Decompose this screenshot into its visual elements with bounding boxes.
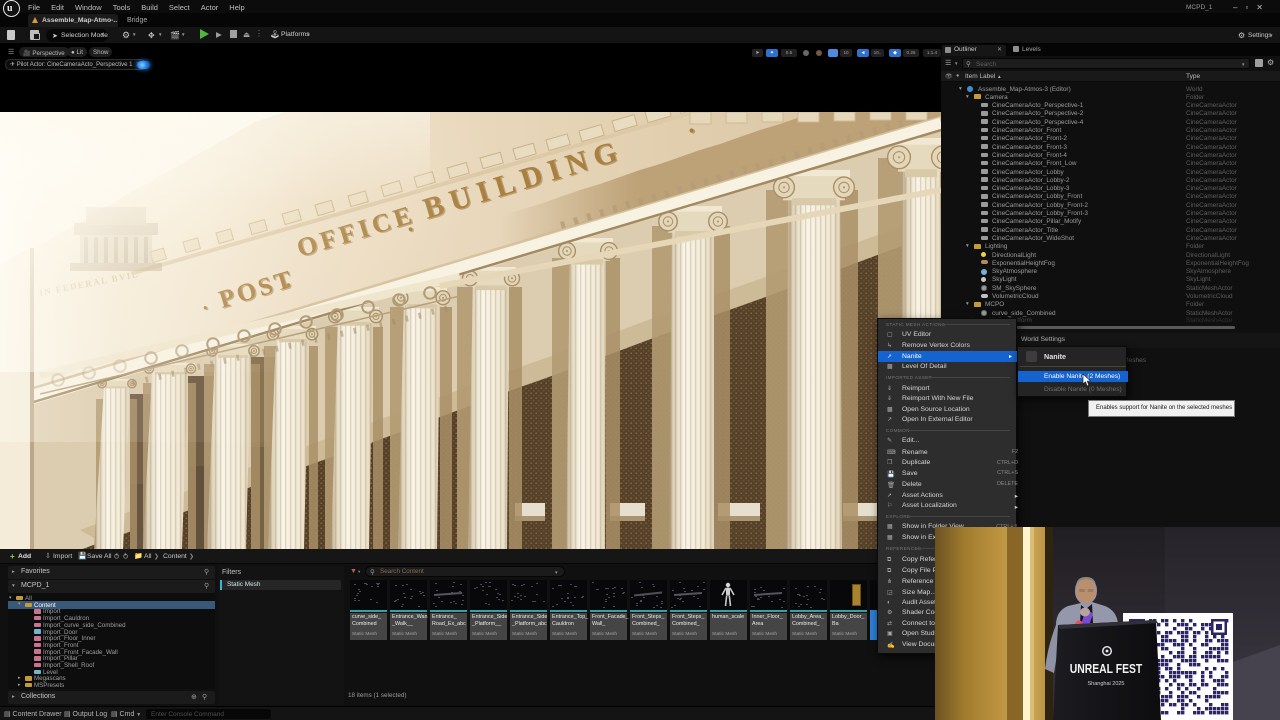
svg-text:UNREAL FEST: UNREAL FEST: [1070, 662, 1143, 676]
svg-text:Shanghai 2025: Shanghai 2025: [1087, 681, 1124, 687]
